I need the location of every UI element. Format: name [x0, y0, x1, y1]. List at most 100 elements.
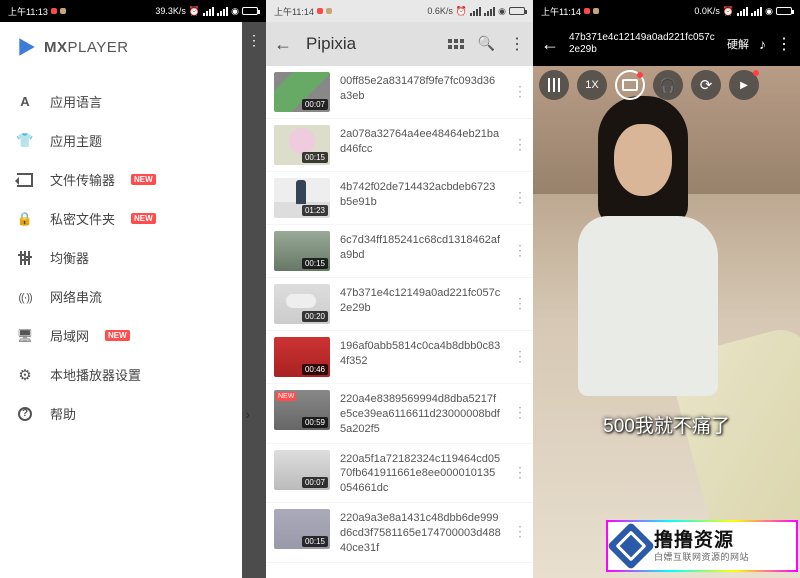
drawer-item-lock[interactable]: 私密文件夹 NEW: [0, 199, 266, 238]
file-more-button[interactable]: [511, 132, 529, 158]
file-row[interactable]: 00:0700ff85e2a831478f9fe7fc093d36a3eb: [266, 66, 533, 119]
right-overflow-strip[interactable]: [242, 22, 266, 578]
battery-icon: [509, 7, 525, 15]
file-more-button[interactable]: [511, 185, 529, 211]
shirt-icon: [16, 132, 34, 150]
status-dot-icon: [60, 8, 66, 14]
signal-icon: [737, 7, 748, 16]
video-thumbnail: 00:15: [274, 125, 330, 165]
status-bar: 上午11:14 0.6K/s ⏰ ◉: [266, 0, 533, 22]
duration-label: 00:15: [302, 258, 328, 269]
video-thumbnail: 01:23: [274, 178, 330, 218]
file-more-button[interactable]: [511, 79, 529, 105]
wifi-icon: ◉: [765, 6, 773, 17]
status-time: 上午11:14: [274, 5, 314, 18]
duration-label: 00:07: [302, 477, 328, 488]
alarm-icon: ⏰: [456, 6, 467, 17]
status-dot-icon: [593, 8, 599, 14]
file-more-button[interactable]: [511, 519, 529, 545]
drawer-item-label: 帮助: [50, 404, 76, 423]
drawer-item-eq[interactable]: 均衡器: [0, 238, 266, 277]
drawer-item-label: 网络串流: [50, 287, 102, 306]
back-button[interactable]: [274, 34, 292, 55]
back-button[interactable]: [541, 34, 559, 55]
folder-title: Pipixia: [306, 34, 356, 54]
status-dot-icon: [326, 8, 332, 14]
file-name: 6c7d34ff185241c68cd1318462afa9bd: [340, 231, 501, 263]
battery-icon: [776, 7, 792, 15]
audio-track-button[interactable]: [759, 36, 766, 52]
file-name: 2a078a32764a4ee48464eb21bad46fcc: [340, 125, 501, 157]
speed-button[interactable]: 1X: [577, 70, 607, 100]
mxplayer-logo-icon: [16, 36, 38, 58]
new-badge: NEW: [276, 392, 296, 401]
equalizer-button[interactable]: [539, 70, 569, 100]
drawer-item-stream[interactable]: 网络串流: [0, 277, 266, 316]
video-surface[interactable]: 500我就不痛了 撸撸资源 白嫖互联网资源的网站: [533, 66, 800, 578]
file-row[interactable]: 00:15 2a078a32764a4ee48464eb21bad46fcc: [266, 119, 533, 172]
watermark-title: 撸撸资源: [654, 530, 749, 552]
file-row[interactable]: 00:15 6c7d34ff185241c68cd1318462afa9bd: [266, 225, 533, 278]
new-badge: NEW: [131, 174, 156, 185]
drawer-item-trans[interactable]: 文件传输器NEW: [0, 160, 266, 199]
file-more-button[interactable]: [511, 291, 529, 317]
video-thumbnail: 00:46: [274, 337, 330, 377]
file-row[interactable]: 00:07220a5f1a72182324c119464cd0570fb6419…: [266, 444, 533, 504]
file-browser-panel: 上午11:14 0.6K/s ⏰ ◉ Pipixia 00:0700ff85e2…: [266, 0, 533, 578]
duration-label: 00:07: [302, 99, 328, 110]
file-row[interactable]: 00:20 47b371e4c12149a0ad221fc057c2e29b: [266, 278, 533, 331]
signal-icon: [203, 7, 214, 16]
help-icon: [16, 405, 34, 423]
file-more-button[interactable]: [511, 460, 529, 486]
trans-icon: [16, 171, 34, 189]
video-player-panel: 上午11:14 0.0K/s ⏰ ◉ 47b371e4c12149a0ad221…: [533, 0, 800, 578]
file-name: 47b371e4c12149a0ad221fc057c2e29b: [340, 284, 501, 316]
next-button[interactable]: [729, 70, 759, 100]
drawer-item-shirt[interactable]: 应用主题: [0, 121, 266, 160]
lan-icon: [16, 327, 34, 345]
search-button[interactable]: [478, 35, 495, 53]
more-button[interactable]: [509, 34, 525, 54]
file-name: 220a4e8389569994d8dba5217fe5ce39ea611661…: [340, 390, 501, 437]
drawer-item-label: 私密文件夹: [50, 209, 115, 228]
status-speed: 39.3K/s: [155, 6, 186, 16]
drawer-item-gear[interactable]: 本地播放器设置: [0, 355, 266, 394]
gear-icon: [16, 366, 34, 384]
duration-label: 00:15: [302, 536, 328, 547]
stream-icon: [16, 288, 34, 306]
more-icon[interactable]: [247, 32, 261, 578]
file-row[interactable]: NEW 00:59 220a4e8389569994d8dba5217fe5ce39…: [266, 384, 533, 444]
signal-icon: [217, 7, 228, 16]
alarm-icon: ⏰: [723, 6, 734, 17]
file-row[interactable]: 00:15220a9a3e8a1431c48dbb6de999d6cd3f758…: [266, 503, 533, 563]
indicator-dot-icon: [753, 70, 759, 76]
file-row[interactable]: 01:234b742f02de714432acbdeb6723b5e91b: [266, 172, 533, 225]
file-more-button[interactable]: [511, 344, 529, 370]
video-thumbnail: 00:20: [274, 284, 330, 324]
drawer-item-label: 局域网: [50, 326, 89, 345]
drawer-item-help[interactable]: 帮助›: [0, 394, 266, 433]
file-row[interactable]: 00:46196af0abb5814c0ca4b8dbb0c834f352: [266, 331, 533, 384]
file-more-button[interactable]: [511, 238, 529, 264]
status-dot-icon: [584, 8, 590, 14]
pip-button[interactable]: [615, 70, 645, 100]
decoder-toggle[interactable]: 硬解: [727, 36, 749, 52]
file-more-button[interactable]: [511, 400, 529, 426]
video-title: 47b371e4c12149a0ad221fc057c2e29b: [569, 32, 717, 56]
rotate-button[interactable]: [691, 70, 721, 100]
audio-mode-button[interactable]: [653, 70, 683, 100]
watermark-subtitle: 白嫖互联网资源的网站: [654, 552, 749, 562]
a-icon: [16, 93, 34, 111]
status-bar: 上午11:13 39.3K/s ⏰ ◉: [0, 0, 266, 22]
file-list[interactable]: 00:0700ff85e2a831478f9fe7fc093d36a3eb00:…: [266, 66, 533, 578]
more-button[interactable]: [776, 34, 792, 54]
view-grid-button[interactable]: [448, 39, 464, 49]
status-bar: 上午11:14 0.0K/s ⏰ ◉: [533, 0, 800, 22]
duration-label: 00:59: [302, 417, 328, 428]
indicator-dot-icon: [637, 72, 643, 78]
new-badge: NEW: [131, 213, 156, 224]
drawer-item-a[interactable]: 应用语言: [0, 82, 266, 121]
brand-text: MXPLAYER: [44, 39, 129, 56]
drawer-item-lan[interactable]: 局域网NEW: [0, 316, 266, 355]
signal-icon: [470, 7, 481, 16]
